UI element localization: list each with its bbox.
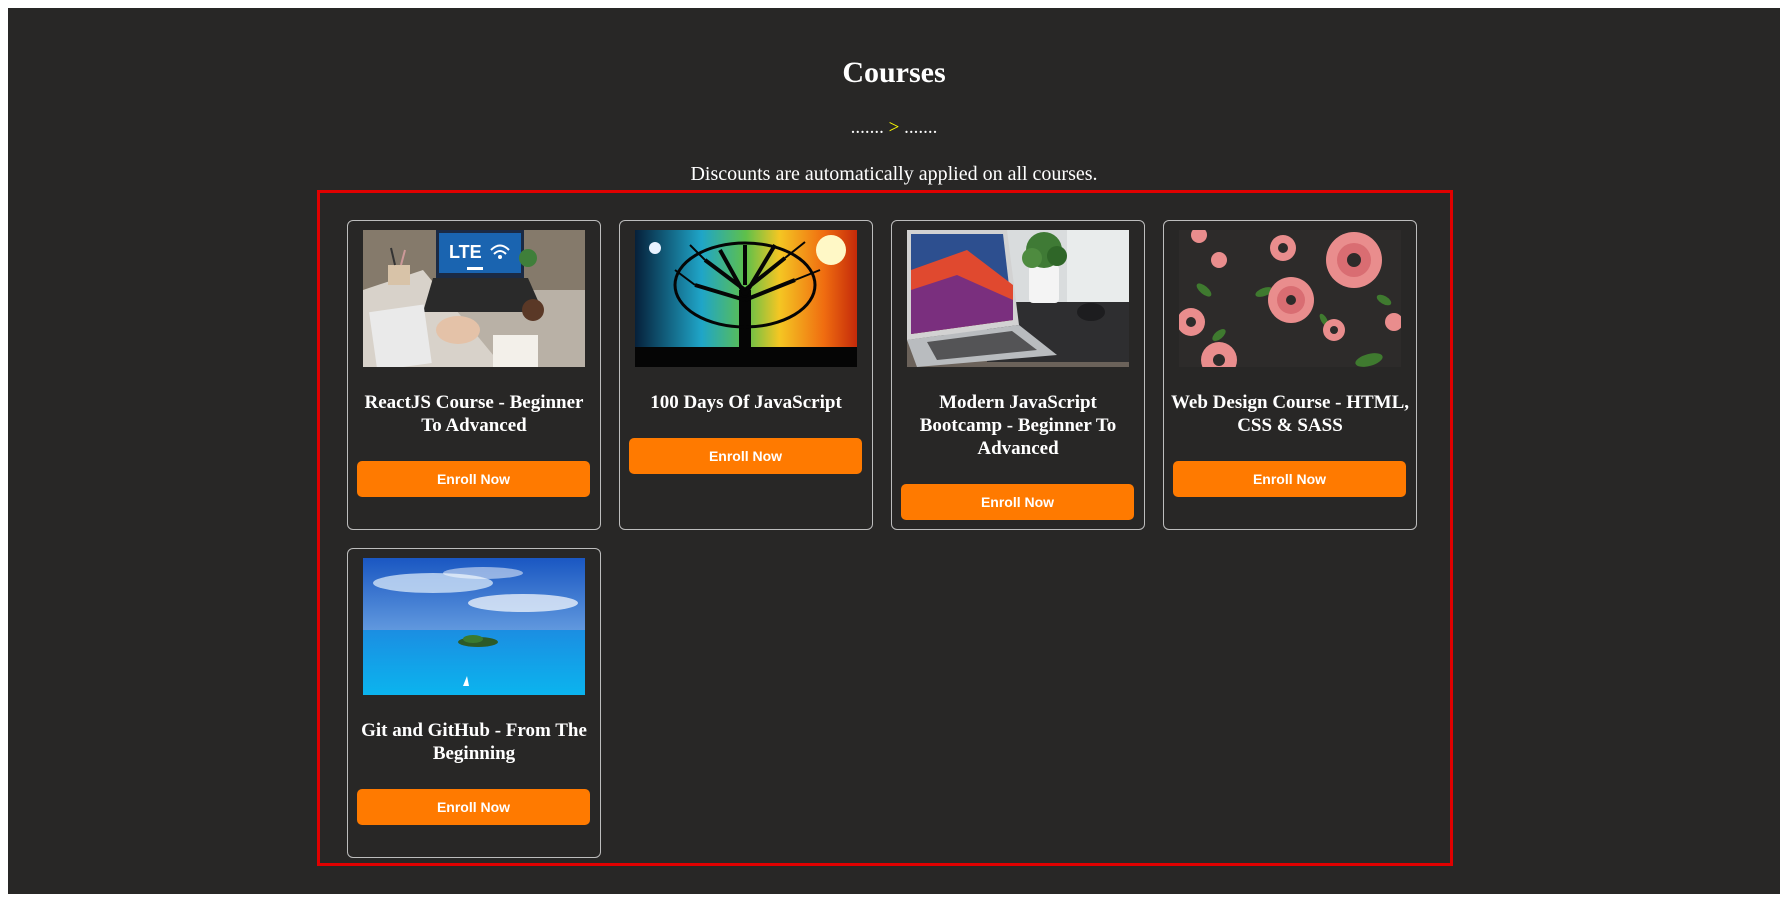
course-title: Modern JavaScript Bootcamp - Beginner To… [919,392,1117,459]
flower-pattern-image [1179,230,1401,367]
enroll-button[interactable]: Enroll Now [357,461,590,497]
title-divider: ....... > ....... [8,116,1780,140]
enroll-button[interactable]: Enroll Now [357,789,590,825]
course-card: Web Design Course - HTML, CSS & SASS Enr… [1163,220,1417,530]
course-title: Web Design Course - HTML, CSS & SASS [1170,392,1410,436]
course-card: LTE ReactJS Course - Beginner To Advance… [347,220,601,530]
course-title: Git and GitHub - From The Beginning [361,720,587,764]
course-title: 100 Days Of JavaScript [650,392,842,413]
tree-night-day-image [635,230,857,367]
enroll-button[interactable]: Enroll Now [629,438,862,474]
divider-arrow-icon: > [888,117,900,138]
enroll-button[interactable]: Enroll Now [901,484,1134,520]
discount-notice: Discounts are automatically applied on a… [690,163,1098,185]
page-title: Courses [842,56,946,89]
course-card: 100 Days Of JavaScript Enroll Now [619,220,873,530]
ocean-island-image [363,558,585,695]
laptop-desk-image: LTE [363,230,585,367]
svg-text:LTE: LTE [449,242,482,262]
course-title: ReactJS Course - Beginner To Advanced [364,392,584,436]
divider-dots-right: ....... [904,117,938,138]
course-card: Modern JavaScript Bootcamp - Beginner To… [891,220,1145,530]
divider-dots-left: ....... [850,117,884,138]
course-card: Git and GitHub - From The Beginning Enro… [347,548,601,858]
enroll-button[interactable]: Enroll Now [1173,461,1406,497]
laptop-plant-image [907,230,1129,367]
courses-grid: LTE ReactJS Course - Beginner To Advance… [317,190,1453,866]
